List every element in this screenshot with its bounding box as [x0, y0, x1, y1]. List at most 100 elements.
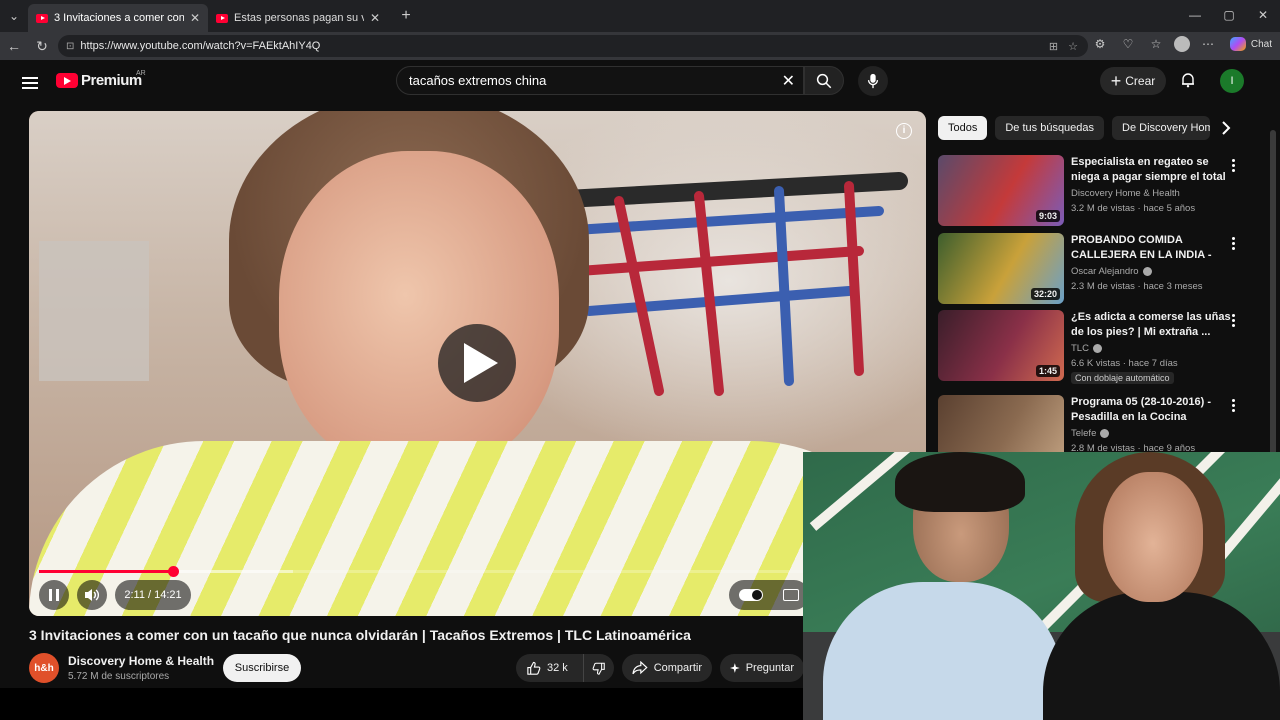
chip-from-channel[interactable]: De Discovery Home — [1112, 116, 1211, 140]
app-available-icon[interactable]: ⊞ — [1049, 40, 1058, 53]
logo-text: Premium — [81, 72, 142, 89]
browser-essentials-icon[interactable]: ♡ — [1118, 37, 1138, 51]
more-options-icon[interactable]: ⋯ — [1198, 37, 1218, 51]
account-avatar[interactable]: I — [1220, 69, 1244, 93]
recommendation-title[interactable]: PROBANDO COMIDA CALLEJERA EN LA INDIA - … — [1071, 233, 1231, 263]
video-thumbnail[interactable]: 1:45 — [938, 310, 1064, 381]
volume-icon — [85, 589, 100, 601]
recommendation-item[interactable]: 9:03 Especialista en regateo se niega a … — [938, 155, 1248, 227]
recommendation-title[interactable]: Programa 05 (28-10-2016) - Pesadilla en … — [1071, 395, 1231, 425]
ask-label: Preguntar — [745, 662, 794, 674]
tab-title: Estas personas pagan su vida con — [234, 12, 364, 24]
recommendation-channel[interactable]: TLC — [1071, 343, 1102, 354]
ask-ai-button[interactable]: Preguntar — [720, 654, 804, 682]
site-info-icon[interactable]: ⊡ — [66, 41, 74, 52]
share-arrow-icon — [632, 661, 648, 675]
chat-label: Chat — [1250, 38, 1272, 50]
channel-name[interactable]: Discovery Home & Health — [68, 654, 214, 668]
play-button-overlay[interactable] — [438, 324, 516, 402]
share-button[interactable]: Compartir — [622, 654, 712, 682]
extensions-puzzle-icon[interactable]: ⚙ — [1090, 37, 1110, 51]
volume-button[interactable] — [77, 580, 107, 610]
duration-badge: 32:20 — [1030, 288, 1060, 300]
copilot-chat-button[interactable]: Chat — [1229, 37, 1272, 51]
duration-badge: 1:45 — [1035, 365, 1060, 377]
thumbs-up-icon — [527, 661, 541, 675]
browser-toolbar: ← ↻ ⊡ https://www.youtube.com/watch?v=FA… — [0, 32, 1280, 60]
clear-search-icon[interactable]: ✕ — [782, 71, 795, 91]
recommendation-channel[interactable]: Discovery Home & Health — [1071, 188, 1180, 199]
video-thumbnail[interactable]: 32:20 — [938, 233, 1064, 304]
chevron-right-icon[interactable] — [1218, 120, 1234, 136]
video-title: 3 Invitaciones a comer con un tacaño que… — [29, 627, 691, 643]
favorite-star-icon[interactable]: ☆ — [1068, 40, 1078, 53]
create-label: Crear — [1125, 74, 1156, 88]
close-window-button[interactable]: ✕ — [1246, 0, 1280, 32]
autoplay-toggle[interactable] — [739, 589, 763, 601]
browser-tab-active[interactable]: 3 Invitaciones a comer con un tacaño que… — [28, 4, 208, 32]
tab-list-menu-button[interactable]: ⌄ — [0, 0, 28, 32]
pause-button[interactable] — [39, 580, 69, 610]
microphone-icon — [867, 73, 879, 89]
time-display: 2:11 / 14:21 — [115, 580, 191, 610]
recommendation-channel[interactable]: Telefe — [1071, 428, 1110, 439]
voice-search-button[interactable] — [858, 66, 888, 96]
more-actions-icon[interactable] — [1232, 157, 1238, 174]
notifications-bell-icon[interactable] — [1180, 72, 1196, 88]
share-label: Compartir — [653, 662, 702, 674]
webcam-person-left-hair — [895, 452, 1025, 512]
thumbs-down-icon — [592, 662, 605, 675]
menu-hamburger-icon[interactable] — [22, 74, 38, 92]
like-button[interactable]: 32 k — [516, 654, 584, 682]
dislike-button[interactable] — [584, 654, 614, 682]
recommendation-item[interactable]: 32:20 PROBANDO COMIDA CALLEJERA EN LA IN… — [938, 233, 1248, 305]
subtitles-icon[interactable] — [783, 589, 799, 601]
search-input[interactable]: tacaños extremos china ✕ — [396, 66, 804, 95]
search-button[interactable] — [804, 66, 844, 95]
video-thumbnail[interactable]: 9:03 — [938, 155, 1064, 226]
recommendation-item[interactable]: 1:45 ¿Es adicta a comerse las uñas de lo… — [938, 310, 1248, 384]
recommendation-channel[interactable]: Oscar Alejandro — [1071, 266, 1152, 277]
country-code: AR — [136, 70, 146, 77]
progress-played — [39, 570, 174, 573]
tab-close-icon[interactable]: ✕ — [190, 11, 200, 25]
right-controls — [729, 580, 809, 610]
plus-icon: + — [1110, 71, 1122, 91]
youtube-favicon-icon — [36, 13, 48, 23]
search-query: tacaños extremos china — [409, 73, 547, 88]
create-button[interactable]: + Crear — [1100, 67, 1166, 95]
chip-from-searches[interactable]: De tus búsquedas — [995, 116, 1105, 140]
auto-dubbed-badge: Con doblaje automático — [1071, 372, 1174, 384]
maximize-button[interactable]: ▢ — [1212, 0, 1246, 32]
channel-avatar[interactable]: h&h — [29, 653, 59, 683]
subscribe-button[interactable]: Suscribirse — [223, 654, 301, 682]
recommendation-meta: 6.6 K vistas · hace 7 días — [1071, 358, 1178, 369]
webcam-overlay — [803, 452, 1280, 720]
reload-icon[interactable]: ↻ — [28, 38, 56, 55]
more-actions-icon[interactable] — [1232, 397, 1238, 414]
recommendation-title[interactable]: Especialista en regateo se niega a pagar… — [1071, 155, 1231, 185]
address-bar[interactable]: ⊡ https://www.youtube.com/watch?v=FAEktA… — [58, 35, 1088, 57]
new-tab-button[interactable]: + — [394, 7, 418, 25]
copilot-icon — [1229, 37, 1246, 51]
more-actions-icon[interactable] — [1232, 312, 1238, 329]
back-arrow-icon[interactable]: ← — [0, 38, 28, 54]
browser-tab[interactable]: Estas personas pagan su vida con ✕ — [208, 4, 388, 32]
youtube-favicon-icon — [216, 13, 228, 23]
progress-bar[interactable] — [39, 566, 916, 577]
recommendation-title[interactable]: ¿Es adicta a comerse las uñas de los pie… — [1071, 310, 1231, 340]
video-player[interactable]: i 2:11 / 14:21 — [29, 111, 926, 616]
youtube-premium-logo[interactable]: Premium AR — [56, 70, 146, 89]
pause-icon — [49, 589, 52, 601]
filter-chips: Todos De tus búsquedas De Discovery Home — [938, 116, 1211, 140]
minimize-button[interactable]: — — [1178, 0, 1212, 32]
youtube-logo-icon — [56, 73, 78, 88]
more-actions-icon[interactable] — [1232, 235, 1238, 252]
tab-close-icon[interactable]: ✕ — [370, 11, 380, 25]
chip-all[interactable]: Todos — [938, 116, 988, 140]
favorites-icon[interactable]: ☆ — [1146, 37, 1166, 51]
browser-profile-icon[interactable] — [1174, 36, 1190, 52]
info-icon[interactable]: i — [896, 123, 912, 139]
tab-title: 3 Invitaciones a comer con un tacaño que… — [54, 12, 184, 24]
sparkle-icon — [730, 663, 740, 673]
